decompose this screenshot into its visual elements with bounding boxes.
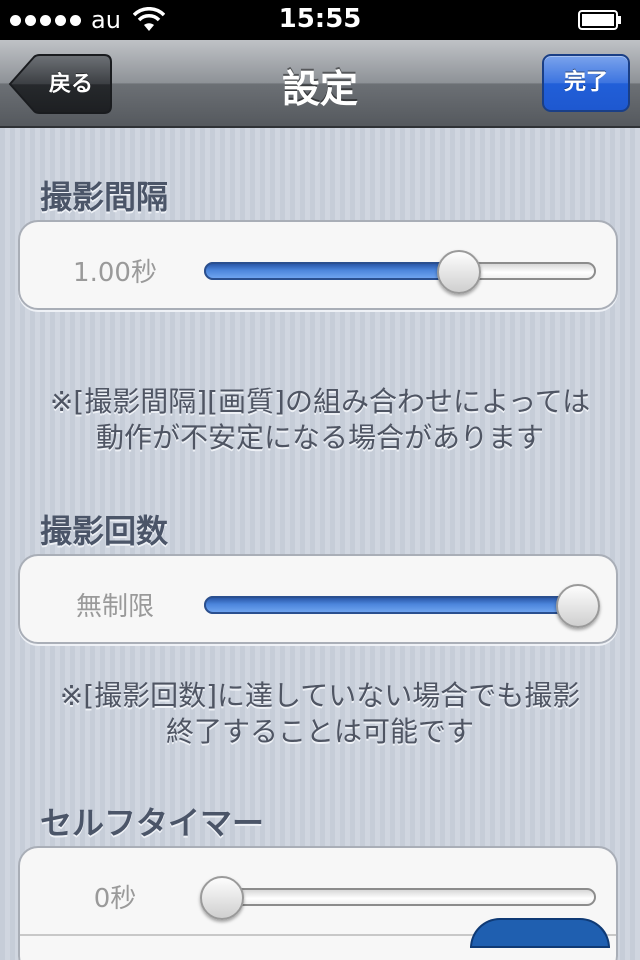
interval-card: 1.00秒	[18, 220, 618, 310]
interval-slider[interactable]	[204, 262, 596, 280]
count-note-line2: 終了することは可能です	[165, 715, 474, 748]
timer-slider[interactable]	[204, 888, 596, 906]
count-note-line1: ※[撮影回数]に達していない場合でも撮影	[59, 679, 581, 712]
interval-section-header: 撮影間隔	[40, 178, 169, 216]
interval-note-line2: 動作が不安定になる場合があります	[95, 421, 544, 454]
timer-slider-thumb[interactable]	[200, 876, 244, 920]
count-slider[interactable]	[204, 596, 596, 614]
battery-icon	[578, 10, 621, 30]
timer-section-header: セルフタイマー	[40, 804, 265, 842]
interval-slider-fill	[204, 262, 459, 280]
timer-value: 0秒	[93, 884, 137, 914]
count-card: 無制限	[18, 554, 618, 644]
status-time: 15:55	[278, 4, 362, 34]
count-section-header: 撮影回数	[40, 512, 169, 550]
count-note: ※[撮影回数]に達していない場合でも撮影 終了することは可能です	[20, 678, 620, 750]
count-slider-fill	[204, 596, 596, 614]
done-button[interactable]: 完了	[542, 54, 630, 112]
interval-value: 1.00秒	[73, 258, 157, 288]
toggle-switch[interactable]	[470, 918, 610, 948]
interval-slider-thumb[interactable]	[436, 250, 481, 294]
status-bar: au 15:55	[0, 0, 640, 40]
navigation-bar: 戻る 設定 完了	[0, 40, 640, 128]
timer-card: 0秒	[18, 846, 618, 960]
count-slider-thumb[interactable]	[556, 584, 600, 628]
interval-note: ※[撮影間隔][画質]の組み合わせによっては 動作が不安定になる場合があります	[20, 384, 620, 456]
count-value: 無制限	[75, 592, 154, 622]
interval-note-line1: ※[撮影間隔][画質]の組み合わせによっては	[49, 385, 591, 418]
